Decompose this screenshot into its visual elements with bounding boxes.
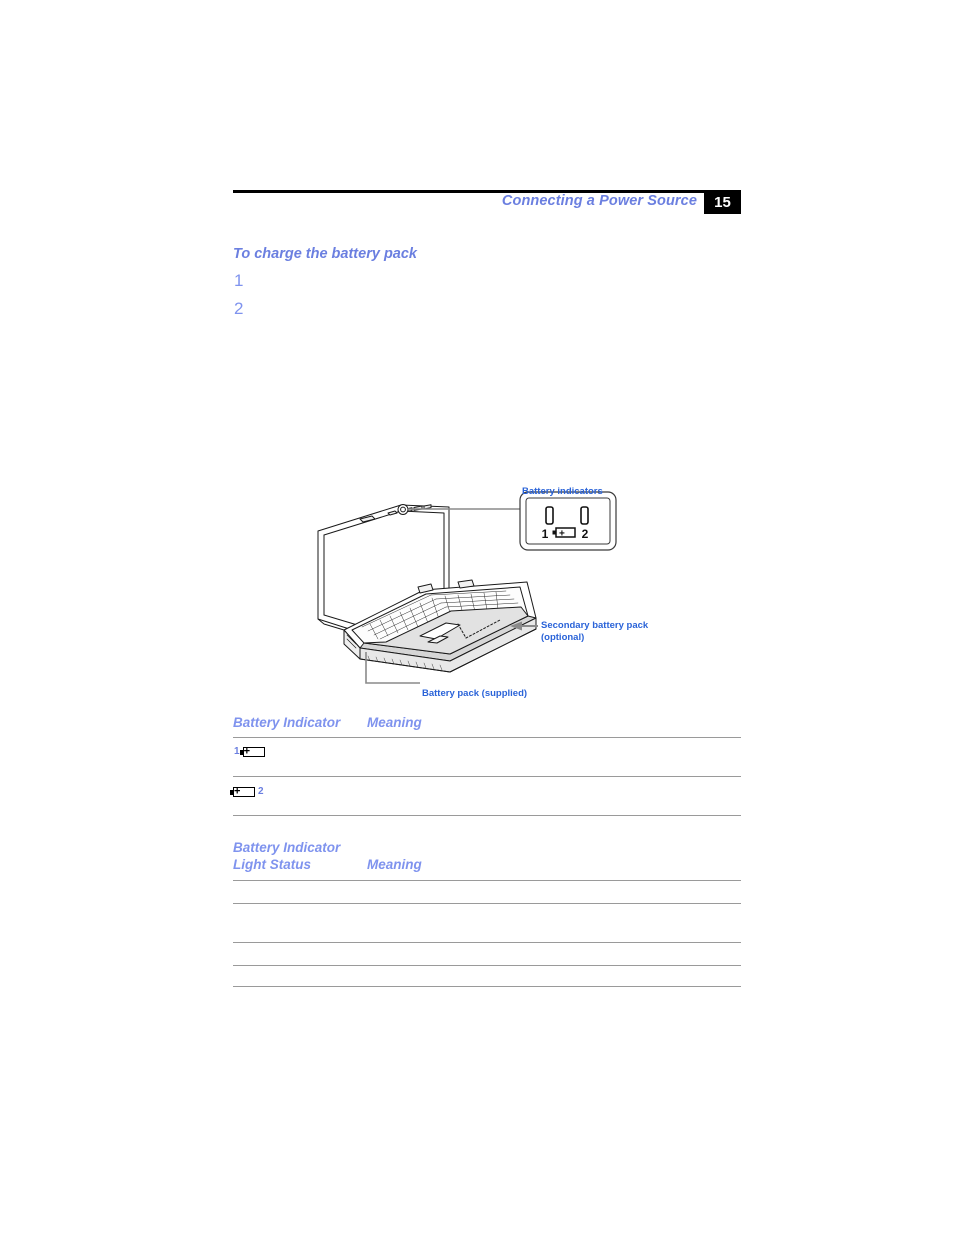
table-two-header-meaning: Meaning (367, 857, 422, 872)
table-row: 1 (234, 745, 265, 759)
page-number-label: 15 (714, 193, 731, 211)
battery-indicator-number-2: 2 (258, 786, 264, 797)
table-one-rule-mid (233, 776, 741, 777)
table-one-rule-top (233, 737, 741, 738)
table-two-header-line1: Battery Indicator (233, 840, 341, 855)
table-row: 2 (230, 785, 264, 799)
table-one-header-meaning: Meaning (367, 715, 422, 730)
page-number-badge: 15 (704, 190, 741, 214)
table-one-header-indicator: Battery Indicator (233, 715, 341, 730)
figure-label-battery-indicators: Battery indicators (522, 486, 603, 497)
battery-icon (239, 747, 265, 757)
table-two-header-line2: Light Status (233, 857, 311, 872)
table-one-rule-bottom (233, 815, 741, 816)
figure-label-secondary-line1: Secondary battery pack (541, 620, 649, 631)
step-number-2: 2 (234, 299, 244, 318)
svg-text:1: 1 (542, 527, 549, 541)
laptop-figure: 1 + 2 (300, 478, 680, 710)
page-title: Connecting a Power Source (501, 193, 697, 209)
figure-label-secondary-battery-pack: Secondary battery pack (optional) (541, 620, 648, 644)
svg-text:2: 2 (582, 527, 589, 541)
table-two-rule-1 (233, 903, 741, 904)
battery-icon (230, 787, 255, 797)
table-two-rule-2 (233, 942, 741, 943)
figure-label-battery-pack-supplied: Battery pack (supplied) (422, 688, 528, 699)
table-two-rule-3 (233, 965, 741, 966)
procedure-heading: To charge the battery pack (233, 246, 417, 262)
figure-label-secondary-line2: (optional) (541, 631, 585, 643)
step-number-1: 1 (234, 271, 244, 290)
table-two-rule-top (233, 880, 741, 881)
document-page: Connecting a Power Source 15 To charge t… (0, 0, 954, 1235)
table-two-rule-bottom (233, 986, 741, 987)
svg-text:+: + (559, 529, 565, 540)
